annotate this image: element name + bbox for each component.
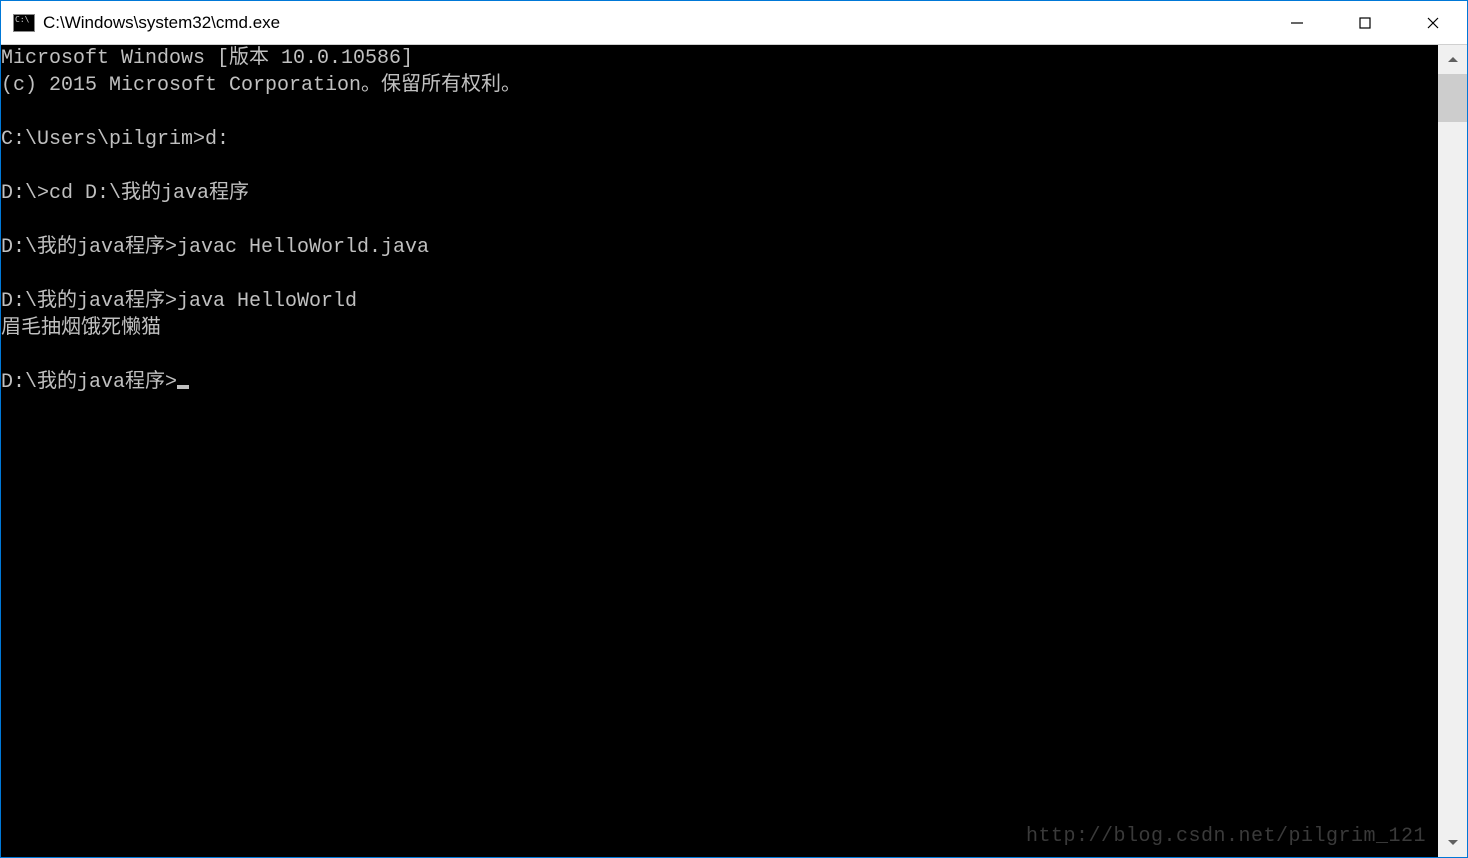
terminal-line: Microsoft Windows [版本 10.0.10586] bbox=[1, 45, 1438, 72]
terminal-line bbox=[1, 153, 1438, 180]
scrollbar-up-button[interactable] bbox=[1438, 45, 1467, 74]
terminal-line: D:\我的java程序>java HelloWorld bbox=[1, 288, 1438, 315]
minimize-button[interactable] bbox=[1263, 1, 1331, 44]
cmd-window: C:\Windows\system32\cmd.exe Microsoft Wi… bbox=[0, 0, 1468, 858]
terminal-line: D:\我的java程序> bbox=[1, 369, 1438, 396]
maximize-icon bbox=[1358, 16, 1372, 30]
terminal-line: C:\Users\pilgrim>d: bbox=[1, 126, 1438, 153]
maximize-button[interactable] bbox=[1331, 1, 1399, 44]
terminal-output[interactable]: Microsoft Windows [版本 10.0.10586](c) 201… bbox=[1, 45, 1438, 857]
terminal-line: (c) 2015 Microsoft Corporation。保留所有权利。 bbox=[1, 72, 1438, 99]
minimize-icon bbox=[1290, 16, 1304, 30]
scrollbar-thumb[interactable] bbox=[1438, 74, 1467, 122]
cursor bbox=[177, 385, 189, 389]
cmd-icon bbox=[13, 14, 35, 32]
terminal-line bbox=[1, 261, 1438, 288]
terminal-line: 眉毛抽烟饿死懒猫 bbox=[1, 315, 1438, 342]
terminal-line bbox=[1, 342, 1438, 369]
terminal-line: D:\我的java程序>javac HelloWorld.java bbox=[1, 234, 1438, 261]
scrollbar-down-button[interactable] bbox=[1438, 828, 1467, 857]
terminal-line: D:\>cd D:\我的java程序 bbox=[1, 180, 1438, 207]
terminal-line bbox=[1, 99, 1438, 126]
titlebar[interactable]: C:\Windows\system32\cmd.exe bbox=[1, 1, 1467, 45]
window-title: C:\Windows\system32\cmd.exe bbox=[43, 13, 1263, 33]
terminal-area: Microsoft Windows [版本 10.0.10586](c) 201… bbox=[1, 45, 1467, 857]
close-icon bbox=[1426, 16, 1440, 30]
window-controls bbox=[1263, 1, 1467, 44]
vertical-scrollbar[interactable] bbox=[1438, 45, 1467, 857]
close-button[interactable] bbox=[1399, 1, 1467, 44]
terminal-line bbox=[1, 207, 1438, 234]
